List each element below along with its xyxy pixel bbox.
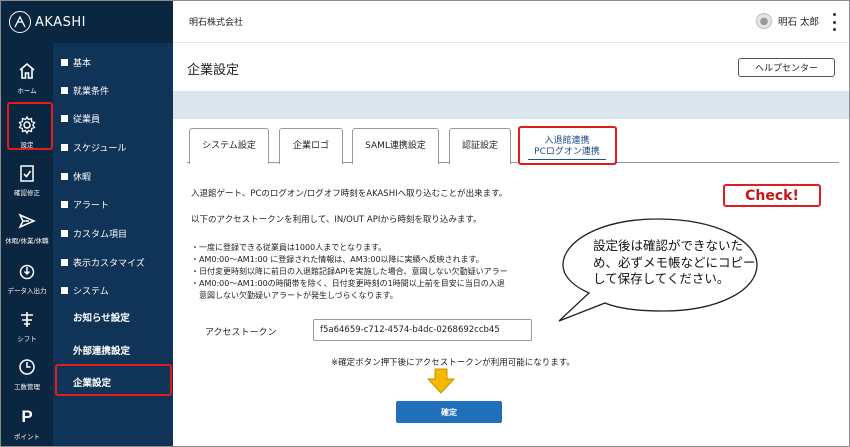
header-band [173,91,849,119]
bullet-4: ・AM0:00～AM1:00の時間帯を除く、日付変更時刻の1時間以上前を目安に当… [191,279,505,288]
clock-icon [16,356,38,378]
sidebar-subitem-notice-settings[interactable]: お知らせ設定 [73,310,130,324]
bullet-1: ・一度に登録できる従業員は1000人までとなります。 [191,243,387,252]
page-title: 企業設定 [187,63,240,78]
rail-item-data-io[interactable]: データ入出力 [1,251,53,303]
avatar-icon: ● [755,13,772,29]
square-icon [61,58,68,66]
bullet-5: 意図しない欠勤疑いアラートが発生しづらくなります。 [191,291,398,300]
square-icon [61,229,68,237]
sidebar-item-custom-fields[interactable]: カスタム項目 [61,224,127,242]
rail-item-review[interactable]: 確認修正 [1,153,53,205]
square-icon [61,172,68,180]
power-icon [16,260,38,282]
arrow-down-icon [426,368,456,394]
sidebar-item-system[interactable]: システム [61,281,109,299]
clipboard-check-icon [16,162,38,184]
square-icon [61,286,68,294]
logo-text: AKASHI [35,14,86,30]
sidebar-subitem-external-link-settings[interactable]: 外部連携設定 [73,343,130,357]
bullet-3: ・日付変更時刻以降に前日の入退館記録APIを実施した場合、意図しない欠勤疑いアラ… [191,267,508,276]
rail-item-workload[interactable]: 工数管理 [1,347,53,399]
square-icon [61,143,68,151]
confirm-button[interactable]: 確定 [396,401,502,423]
sidebar-item-leave[interactable]: 休暇 [61,167,91,185]
top-bar: 明石株式会社 ● 明石 太郎 [173,1,849,43]
logo-mark-icon [9,11,31,33]
shift-icon [16,308,38,330]
help-center-button[interactable]: ヘルプセンター [738,58,835,77]
rail-label-shift: シフト [17,334,37,343]
rail-label-workload: 工数管理 [14,382,40,391]
app-window: ホーム 設定 確認修正 休暇/休業/休職 データ入出力 シフト 工数管理 P ポ… [0,0,850,447]
sidebar-item-schedule[interactable]: スケジュール [61,138,126,156]
more-vertical-icon[interactable] [831,13,837,31]
rail-label-data-io: データ入出力 [7,286,47,295]
sidebar-item-basic[interactable]: 基本 [61,53,91,71]
highlight-company-settings [55,364,172,396]
access-token-label: アクセストークン [205,328,277,338]
user-menu[interactable]: ● 明石 太郎 [755,13,819,29]
confirm-note: ※確定ボタン押下後にアクセストークンが利用可能になります。 [331,358,575,368]
paper-plane-icon [16,210,38,232]
company-name: 明石株式会社 [189,18,244,28]
rail-item-leave[interactable]: 休暇/休業/休職 [1,201,53,253]
rail-label-review: 確認修正 [14,188,40,197]
icon-rail: ホーム 設定 確認修正 休暇/休業/休職 データ入出力 シフト 工数管理 P ポ… [1,1,53,446]
square-icon [61,114,68,122]
rail-item-point[interactable]: P ポイント [1,397,53,446]
sidebar-item-work-conditions[interactable]: 就業条件 [61,81,109,99]
square-icon [61,86,68,94]
app-logo: AKASHI [1,1,173,43]
p-icon: P [21,406,33,426]
user-name: 明石 太郎 [777,17,819,28]
check-callout: Check! [723,184,821,207]
highlight-gate-tab [518,126,617,165]
rail-label-home: ホーム [17,86,37,95]
tab-company-logo[interactable]: 企業ロゴ [279,128,343,164]
sidebar-item-display-customize[interactable]: 表示カスタマイズ [61,253,145,271]
tab-system-settings[interactable]: システム設定 [189,128,269,164]
rail-item-home[interactable]: ホーム [1,51,53,103]
intro-text-1: 入退館ゲート、PCのログオン/ログオフ時刻をAKASHIへ取り込むことが出来ます… [191,189,508,199]
home-icon [16,60,38,82]
square-icon [61,200,68,208]
access-token-field[interactable]: f5a64659-c712-4574-b4dc-0268692ccb45 [313,319,532,341]
tab-auth-settings[interactable]: 認証設定 [449,128,511,164]
rail-label-leave: 休暇/休業/休職 [5,236,49,245]
bubble-text: 設定後は確認ができないため、必ずメモ帳などにコピーして保存してください。 [593,238,756,286]
rail-label-point: ポイント [14,432,40,441]
rail-item-shift[interactable]: シフト [1,299,53,351]
highlight-settings-rail [7,102,53,150]
bullet-2: ・AM0:00～AM1:00 に登録された情報は、AM3:00以降に実績へ反映さ… [191,255,484,264]
sidebar-item-employees[interactable]: 従業員 [61,109,100,127]
tab-saml-settings[interactable]: SAML連携設定 [352,128,439,164]
square-icon [61,258,68,266]
sidebar-item-alerts[interactable]: アラート [61,195,109,213]
intro-text-2: 以下のアクセストークンを利用して、IN/OUT APIから時刻を取り込みます。 [191,215,482,225]
